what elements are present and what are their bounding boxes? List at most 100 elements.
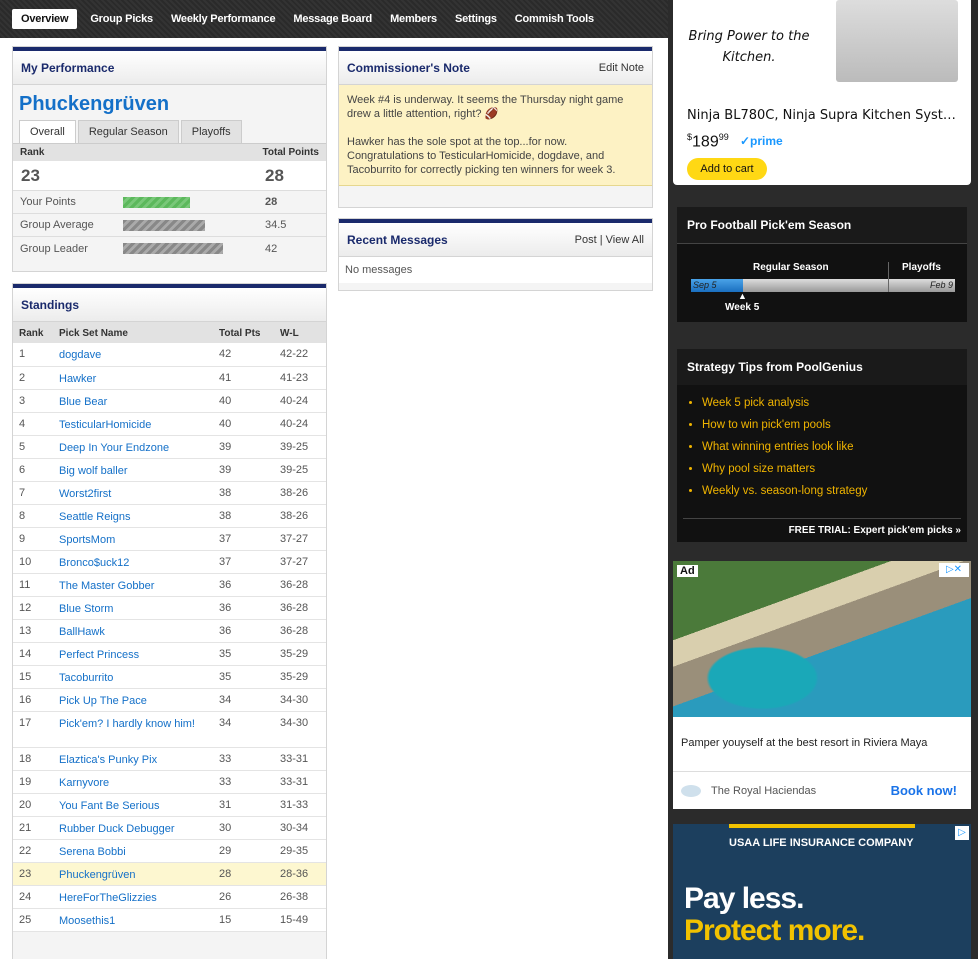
col-pick-set-name: Pick Set Name <box>53 322 213 343</box>
tab-regular-season[interactable]: Regular Season <box>77 120 179 143</box>
product-ad[interactable]: Bring Power to the Kitchen. Ninja BL780C… <box>673 0 971 185</box>
pick-set-name-link[interactable]: Deep In Your Endzone <box>53 435 213 459</box>
perf-row-label: Group Leader <box>20 242 88 255</box>
pick-set-name-link[interactable]: Big wolf baller <box>53 458 213 482</box>
pick-set-name-link[interactable]: dogdave <box>53 343 213 367</box>
add-to-cart-button[interactable]: Add to cart <box>687 158 767 180</box>
price-dollars: 189 <box>692 133 719 151</box>
tips-list: Week 5 pick analysis How to win pick'em … <box>677 385 967 507</box>
perf-row-group-average: Group Average 34.5 <box>13 214 326 237</box>
tip-link[interactable]: Weekly vs. season-long strategy <box>702 485 967 507</box>
product-title[interactable]: Ninja BL780C, Ninja Supra Kitchen Syst… <box>687 108 956 123</box>
adchoices-close-icon[interactable]: ▷✕ <box>939 563 969 577</box>
pick-set-name-link[interactable]: BallHawk <box>53 619 213 643</box>
rank-cell: 3 <box>13 389 53 413</box>
wl-cell: 36-28 <box>274 573 326 597</box>
pick-set-name-link[interactable]: Serena Bobbi <box>53 839 213 863</box>
wl-cell: 40-24 <box>274 389 326 413</box>
post-link[interactable]: Post <box>575 234 597 246</box>
rank-cell: 10 <box>13 550 53 574</box>
pick-set-name-link[interactable]: Elaztica's Punky Pix <box>53 747 213 771</box>
pick-set-name-link[interactable]: Blue Storm <box>53 596 213 620</box>
pick-set-name-link[interactable]: Seattle Reigns <box>53 504 213 528</box>
adchoices-icon[interactable]: ▷ <box>955 826 969 840</box>
resort-brand: The Royal Haciendas <box>711 784 817 797</box>
prime-badge: ✓prime <box>740 134 783 148</box>
rank-cell: 2 <box>13 366 53 390</box>
standings-row: 18 Elaztica's Punky Pix 33 33-31 <box>13 747 326 771</box>
nav-group-picks[interactable]: Group Picks <box>81 9 162 29</box>
book-now-button[interactable]: Book now! <box>891 783 957 798</box>
standings-row: 13 BallHawk 36 36-28 <box>13 619 326 643</box>
total-pts-cell: 30 <box>213 816 274 840</box>
pick-set-name-link[interactable]: Pick'em? I hardly know him! <box>53 711 213 748</box>
resort-ad[interactable]: Ad ▷✕ Pamper youyself at the best resort… <box>673 561 971 809</box>
tip-link[interactable]: Week 5 pick analysis <box>702 397 967 419</box>
nav-settings[interactable]: Settings <box>446 9 506 29</box>
performance-tabs: Overall Regular Season Playoffs <box>13 120 326 143</box>
no-messages-text: No messages <box>339 257 652 283</box>
standings-row: 14 Perfect Princess 35 35-29 <box>13 642 326 666</box>
wl-cell: 39-25 <box>274 458 326 482</box>
wl-cell: 37-27 <box>274 550 326 574</box>
rank-cell: 23 <box>13 862 53 886</box>
regular-season-label: Regular Season <box>753 262 829 273</box>
rank-cell: 11 <box>13 573 53 597</box>
nav-overview[interactable]: Overview <box>12 9 78 29</box>
pick-set-name-link[interactable]: Blue Bear <box>53 389 213 413</box>
tip-link[interactable]: Why pool size matters <box>702 463 967 485</box>
tab-playoffs[interactable]: Playoffs <box>180 120 242 143</box>
timeline-divider <box>888 262 889 292</box>
rank-cell: 7 <box>13 481 53 505</box>
pick-set-name-link[interactable]: Tacoburrito <box>53 665 213 689</box>
pick-set-name-link[interactable]: Perfect Princess <box>53 642 213 666</box>
note-paragraph: Week #4 is underway. It seems the Thursd… <box>347 94 624 120</box>
playoffs-label: Playoffs <box>902 262 941 273</box>
wl-cell: 42-22 <box>274 343 326 367</box>
standings-row: 2 Hawker 41 41-23 <box>13 366 326 390</box>
pick-set-name-link[interactable]: Rubber Duck Debugger <box>53 816 213 840</box>
pick-set-name-link[interactable]: Moosethis1 <box>53 908 213 932</box>
resort-ad-footer: The Royal Haciendas Book now! <box>673 771 971 809</box>
nav-members[interactable]: Members <box>381 9 446 29</box>
view-all-link[interactable]: View All <box>606 234 644 246</box>
ad-tagline: Bring Power to the Kitchen. <box>688 29 810 65</box>
tip-link[interactable]: How to win pick'em pools <box>702 419 967 441</box>
pick-set-name-link[interactable]: Worst2first <box>53 481 213 505</box>
rank-cell: 13 <box>13 619 53 643</box>
pick-set-name-link[interactable]: SportsMom <box>53 527 213 551</box>
standings-header: Standings <box>13 284 326 322</box>
pick-set-name-link[interactable]: You Fant Be Serious <box>53 793 213 817</box>
nav-weekly-performance[interactable]: Weekly Performance <box>162 9 284 29</box>
pick-set-name-link[interactable]: Hawker <box>53 366 213 390</box>
tab-overall[interactable]: Overall <box>19 120 76 143</box>
pick-set-name-link[interactable]: Karnyvore <box>53 770 213 794</box>
pick-set-name-link[interactable]: HereForTheGlizzies <box>53 885 213 909</box>
pick-set-name-link[interactable]: Pick Up The Pace <box>53 688 213 712</box>
total-pts-cell: 37 <box>213 550 274 574</box>
total-points-value: 28 <box>265 165 284 185</box>
pick-set-name-link[interactable]: Phuckengrüven <box>53 862 213 886</box>
standings-row: 21 Rubber Duck Debugger 30 30-34 <box>13 816 326 840</box>
total-pts-cell: 36 <box>213 619 274 643</box>
week-marker-icon: ▲ <box>738 291 747 301</box>
usaa-ad[interactable]: USAA LIFE INSURANCE COMPANY ▷ Pay less. … <box>673 824 971 959</box>
col-total-pts: Total Pts <box>213 322 274 343</box>
pick-set-name-link[interactable]: TesticularHomicide <box>53 412 213 436</box>
performance-columns: Rank Total Points <box>13 143 326 161</box>
rank-cell: 22 <box>13 839 53 863</box>
total-pts-cell: 42 <box>213 343 274 367</box>
rank-cell: 9 <box>13 527 53 551</box>
tip-link[interactable]: What winning entries look like <box>702 441 967 463</box>
total-pts-cell: 26 <box>213 885 274 909</box>
resort-ad-text: Pamper youyself at the best resort in Ri… <box>681 737 928 749</box>
commissioner-note-actions: Edit Note <box>599 62 644 74</box>
rank-cell: 6 <box>13 458 53 482</box>
pick-set-name-link[interactable]: Bronco$uck12 <box>53 550 213 574</box>
nav-commish-tools[interactable]: Commish Tools <box>506 9 603 29</box>
edit-note-link[interactable]: Edit Note <box>599 62 644 74</box>
free-trial-link[interactable]: FREE TRIAL: Expert pick'em picks » <box>683 518 961 536</box>
nav-message-board[interactable]: Message Board <box>284 9 381 29</box>
pick-set-name-link[interactable]: The Master Gobber <box>53 573 213 597</box>
standings-table: Rank Pick Set Name Total Pts W-L 1 dogdav… <box>13 322 326 932</box>
